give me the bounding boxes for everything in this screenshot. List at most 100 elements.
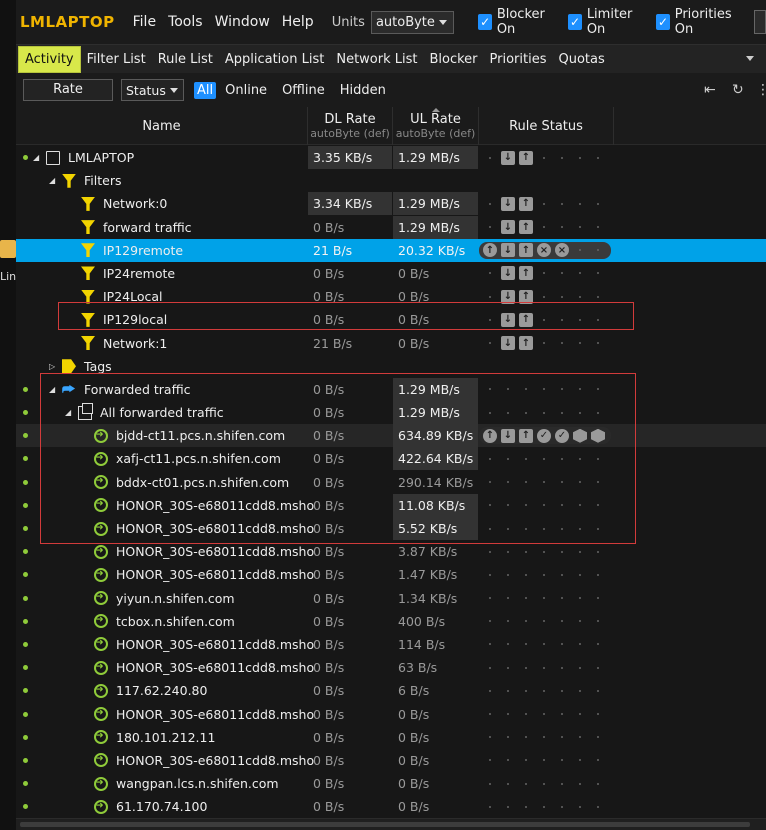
menu-window[interactable]: Window — [215, 14, 270, 30]
allow-out-icon[interactable]: ✓ — [555, 428, 569, 443]
quota-out-icon[interactable] — [591, 428, 605, 443]
upload-rule-icon[interactable]: ↑ — [519, 266, 533, 281]
tab-activity[interactable]: Activity — [18, 46, 81, 73]
expanded-triangle-icon[interactable]: ◢ — [49, 176, 59, 185]
download-rule-icon[interactable]: ↓ — [501, 266, 515, 281]
tree-row-connection[interactable]: ➜ HONOR_30S-e68011cdd8.msho 0 B/s 11.08 … — [16, 493, 766, 517]
priority-up-icon[interactable]: ↑ — [483, 428, 497, 443]
tree-row-forwarded-group[interactable]: ◢ All forwarded traffic 0 B/s 1.29 MB/s — [16, 401, 766, 425]
tree-row-connection[interactable]: ➜ HONOR_30S-e68011cdd8.msho 0 B/s 0 B/s — [16, 703, 766, 726]
menu-tools[interactable]: Tools — [168, 14, 203, 30]
horizontal-scrollbar[interactable] — [16, 818, 766, 830]
tab-network-list[interactable]: Network List — [330, 46, 423, 73]
collapse-icon[interactable]: ⇤ — [704, 82, 716, 98]
tab-quotas[interactable]: Quotas — [553, 46, 611, 73]
col-dl[interactable]: DL Rate autoByte (def) — [308, 107, 393, 145]
tree-row-connection[interactable]: ➜ bddx-ct01.pcs.n.shifen.com 0 B/s 290.1… — [16, 471, 766, 494]
block-out-icon[interactable]: × — [555, 243, 569, 258]
tree-row-connection[interactable]: ➜ xafj-ct11.pcs.n.shifen.com 0 B/s 422.6… — [16, 447, 766, 471]
tree-row-filter[interactable]: Network:0 3.34 KB/s 1.29 MB/s ↓ ↑ — [16, 192, 766, 216]
blocker-toggle[interactable]: ✓ Blocker On — [478, 7, 556, 37]
expanded-triangle-icon[interactable]: ◢ — [49, 385, 59, 394]
window-corner-button[interactable] — [753, 10, 766, 34]
collapsed-triangle-icon[interactable]: ▷ — [49, 362, 59, 371]
arrow-circle-icon: ➜ — [94, 428, 108, 443]
tab-rule-list[interactable]: Rule List — [152, 46, 219, 73]
upload-rule-icon[interactable]: ↑ — [519, 196, 533, 211]
upload-rule-icon[interactable]: ↑ — [519, 289, 533, 304]
upload-rule-icon[interactable]: ↑ — [519, 428, 533, 443]
tab-blocker[interactable]: Blocker — [423, 46, 483, 73]
tree-row-connection[interactable]: ➜ tcbox.n.shifen.com 0 B/s 400 B/s — [16, 610, 766, 633]
tree-row-connection[interactable]: ➜ HONOR_30S-e68011cdd8.msho 0 B/s 114 B/… — [16, 633, 766, 656]
upload-rule-icon[interactable]: ↑ — [519, 336, 533, 350]
tree-row-filter[interactable]: IP129local 0 B/s 0 B/s ↓ ↑ — [16, 308, 766, 331]
download-rule-icon[interactable]: ↓ — [501, 336, 515, 350]
tab-application-list[interactable]: Application List — [219, 46, 331, 73]
filter-online[interactable]: Online — [222, 82, 270, 99]
priority-up-icon[interactable]: ↑ — [483, 243, 497, 258]
download-rule-icon[interactable]: ↓ — [501, 312, 515, 327]
block-in-icon[interactable]: × — [537, 243, 551, 258]
tree-row-connection[interactable]: ➜ HONOR_30S-e68011cdd8.msho 0 B/s 5.52 K… — [16, 517, 766, 540]
tree-row-forwarded[interactable]: ◢ ⮫ Forwarded traffic 0 B/s 1.29 MB/s — [16, 377, 766, 401]
priorities-toggle[interactable]: ✓ Priorities On — [656, 7, 742, 37]
arrow-circle-icon: ➜ — [94, 753, 108, 768]
tree-row-connection[interactable]: ➜ yiyun.n.shifen.com 0 B/s 1.34 KB/s — [16, 587, 766, 610]
download-rule-icon[interactable]: ↓ — [501, 243, 515, 258]
upload-rule-icon[interactable]: ↑ — [519, 243, 533, 258]
menu-file[interactable]: File — [133, 14, 156, 30]
tree-row-connection[interactable]: ➜ 61.170.74.100 0 B/s 0 B/s — [16, 795, 766, 818]
refresh-icon[interactable]: ↻ — [732, 82, 744, 98]
col-rule[interactable]: Rule Status — [479, 107, 614, 145]
col-name[interactable]: Name — [16, 107, 308, 145]
tree-row-connection[interactable]: ➜ HONOR_30S-e68011cdd8.msho 0 B/s 0 B/s — [16, 749, 766, 772]
download-rule-icon[interactable]: ↓ — [501, 428, 515, 443]
download-rule-icon[interactable]: ↓ — [501, 220, 515, 235]
filter-hidden[interactable]: Hidden — [337, 82, 389, 99]
upload-rule-icon[interactable]: ↑ — [519, 150, 533, 165]
upload-rule-icon[interactable]: ↑ — [519, 312, 533, 327]
download-rule-icon[interactable]: ↓ — [501, 289, 515, 304]
tree-row-machine[interactable]: ◢ LMLAPTOP 3.35 KB/s 1.29 MB/s ↓ ↑ — [16, 146, 766, 169]
units-dropdown[interactable]: autoByte — [370, 10, 455, 34]
row-name: Network:0 — [103, 196, 168, 212]
scrollbar-thumb[interactable] — [20, 822, 750, 827]
upload-rule-icon[interactable]: ↑ — [519, 220, 533, 235]
tree-row-filter[interactable]: Network:1 21 B/s 0 B/s ↓ ↑ — [16, 332, 766, 355]
menu-help[interactable]: Help — [282, 14, 314, 30]
tree-row-connection[interactable]: ➜ 180.101.212.11 0 B/s 0 B/s — [16, 726, 766, 749]
tree-row-connection[interactable]: ➜ HONOR_30S-e68011cdd8.msho 0 B/s 1.47 K… — [16, 563, 766, 586]
expanded-triangle-icon[interactable]: ◢ — [65, 408, 75, 417]
tree-row-filters[interactable]: ◢ Filters — [16, 169, 766, 192]
filter-all[interactable]: All — [194, 81, 217, 99]
tabs-overflow-icon[interactable] — [746, 56, 754, 61]
allow-in-icon[interactable]: ✓ — [537, 428, 551, 443]
folder-icon[interactable] — [0, 240, 16, 258]
limiter-toggle[interactable]: ✓ Limiter On — [568, 7, 644, 37]
tree-row-tags[interactable]: ▷ Tags — [16, 355, 766, 378]
tree-row-filter[interactable]: IP24remote 0 B/s 0 B/s ↓ ↑ — [16, 262, 766, 285]
online-dot-icon — [23, 155, 28, 160]
tree-row-connection[interactable]: ➜ wangpan.lcs.n.shifen.com 0 B/s 0 B/s — [16, 772, 766, 795]
row-ul: 0 B/s — [398, 706, 430, 722]
filter-offline[interactable]: Offline — [279, 82, 328, 99]
tree-row-filter[interactable]: IP24Local 0 B/s 0 B/s ↓ ↑ — [16, 285, 766, 308]
tree-row-connection[interactable]: ➜ HONOR_30S-e68011cdd8.msho 0 B/s 3.87 K… — [16, 540, 766, 563]
row-ul: 1.29 MB/s — [393, 377, 478, 401]
tree-row-connection-hovered[interactable]: ➜ bjdd-ct11.pcs.n.shifen.com 0 B/s 634.8… — [16, 424, 766, 448]
status-dropdown[interactable]: Status — [121, 79, 184, 101]
download-rule-icon[interactable]: ↓ — [501, 196, 515, 211]
tree-row-connection[interactable]: ➜ 117.62.240.80 0 B/s 6 B/s — [16, 679, 766, 702]
tree-row-connection[interactable]: ➜ HONOR_30S-e68011cdd8.msho 0 B/s 63 B/s — [16, 656, 766, 679]
rate-button[interactable]: Rate — [23, 79, 113, 101]
quota-in-icon[interactable] — [573, 428, 587, 443]
tree-row-filter[interactable]: forward traffic 0 B/s 1.29 MB/s ↓ ↑ — [16, 215, 766, 239]
tab-filter-list[interactable]: Filter List — [81, 46, 152, 73]
tab-priorities[interactable]: Priorities — [484, 46, 553, 73]
download-rule-icon[interactable]: ↓ — [501, 150, 515, 165]
col-ul[interactable]: UL Rate autoByte (def) — [393, 107, 479, 145]
tree-row-filter-selected[interactable]: IP129remote 21 B/s 20.32 KB/s ↑ ↓ ↑ × × — [16, 238, 766, 262]
expanded-triangle-icon[interactable]: ◢ — [33, 153, 43, 162]
more-icon[interactable]: ⋮ — [756, 82, 766, 98]
